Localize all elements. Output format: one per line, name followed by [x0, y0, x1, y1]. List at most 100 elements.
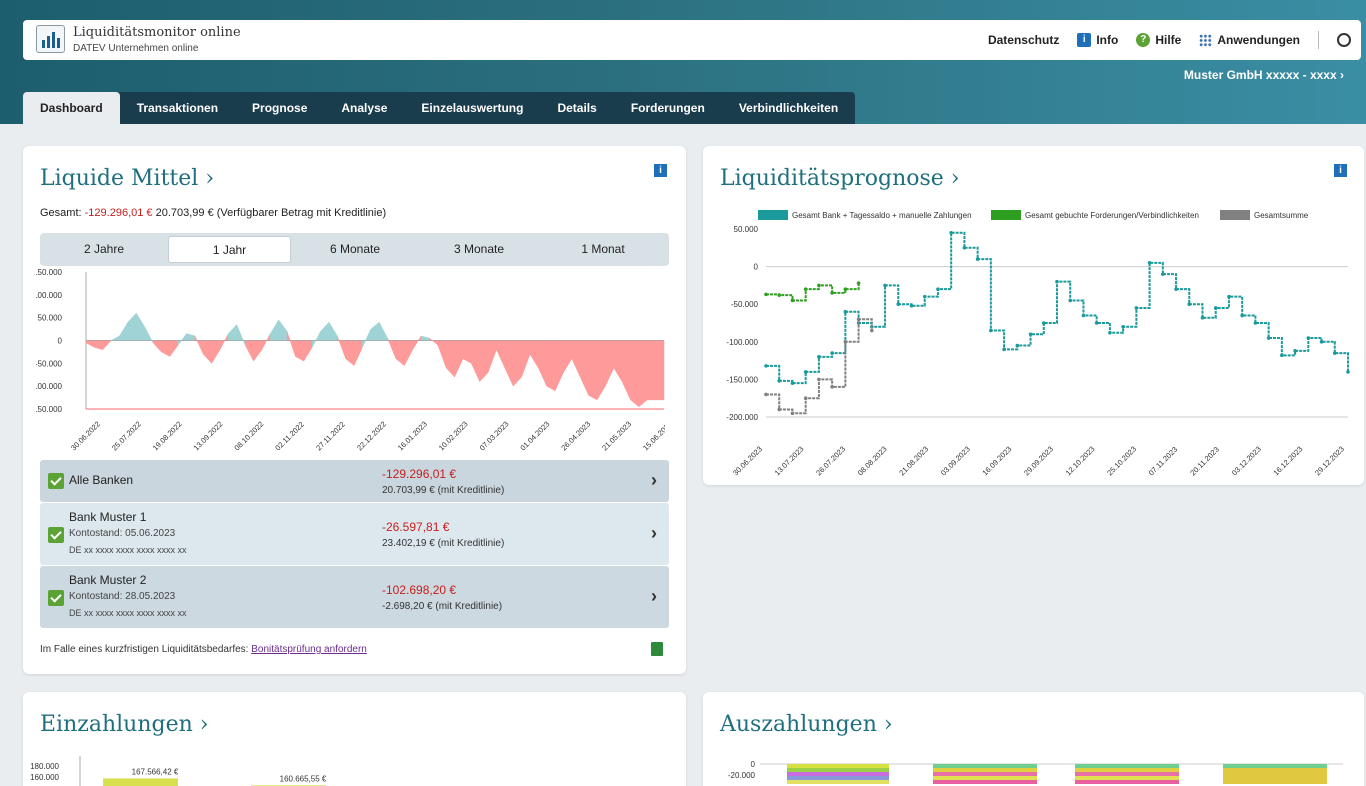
x-tick-label: 07.03.2023 [478, 420, 511, 453]
auszahlungen-title[interactable]: Auszahlungen › [720, 712, 893, 737]
bar-segment [787, 772, 889, 776]
bank-amount: -129.296,01 € [382, 467, 457, 481]
chevron-right-icon[interactable]: › [651, 523, 657, 544]
tab-details[interactable]: Details [540, 92, 613, 124]
data-point [883, 283, 887, 288]
bar-segment [933, 768, 1037, 772]
x-tick-label: 19.08.2022 [151, 420, 184, 453]
bank-row-muster-2[interactable]: Bank Muster 2 Kontostand: 28.05.2023 DE … [40, 566, 669, 628]
checkbox-alle-banken[interactable] [48, 473, 64, 489]
period-6-monate[interactable]: 6 Monate [295, 236, 415, 263]
area-segment [253, 340, 263, 362]
area-segment [119, 321, 129, 341]
bank-row-alle[interactable]: Alle Banken -129.296,01 € 20.703,99 € (m… [40, 460, 669, 502]
area-segment [194, 335, 204, 355]
area-segment [219, 333, 229, 350]
data-point [1121, 324, 1125, 329]
x-tick-label: 22.12.2022 [355, 420, 388, 453]
tab-verbindlichkeiten[interactable]: Verbindlichkeiten [722, 92, 855, 124]
area-segment [270, 319, 279, 341]
data-point [1002, 347, 1006, 352]
area-segment [370, 321, 380, 341]
data-point [989, 328, 993, 333]
x-tick-label: 20.11.2023 [1188, 445, 1221, 478]
area-segment [169, 340, 179, 358]
x-tick-label: 16.12.2023 [1271, 445, 1304, 478]
data-point [764, 364, 768, 368]
gesamt-label: Gesamt: [40, 207, 82, 219]
bar-segment [1223, 764, 1327, 768]
y-tick-label: 50.000 [734, 225, 759, 234]
tab-prognose[interactable]: Prognose [235, 92, 324, 124]
hilfe-link[interactable]: ? Hilfe [1136, 33, 1181, 47]
tab-einzelauswertung[interactable]: Einzelauswertung [404, 92, 540, 124]
prognose-title[interactable]: Liquiditätsprognose › [720, 166, 960, 191]
data-point [790, 298, 795, 303]
area-segment [177, 332, 187, 346]
help-icon: ? [1136, 33, 1151, 47]
area-segment [337, 335, 346, 359]
area-segment [136, 312, 145, 341]
data-point [949, 230, 953, 235]
data-point [803, 396, 808, 400]
bonitaetspruefung-link[interactable]: Bonitätsprüfung anfordern [251, 644, 367, 655]
chevron-right-icon[interactable]: › [651, 470, 657, 491]
legend-label: Gesamtsumme [1254, 211, 1309, 220]
area-segment [462, 340, 472, 364]
area-segment [387, 338, 397, 359]
bank-credit: 23.402,19 € (mit Kreditlinie) [382, 538, 505, 549]
area-segment [152, 340, 162, 353]
bank-row-muster-1[interactable]: Bank Muster 1 Kontostand: 05.06.2023 DE … [40, 503, 669, 565]
bar [103, 778, 178, 786]
main-tabs: Dashboard Transaktionen Prognose Analyse… [23, 92, 856, 124]
bank-kontostand: Kontostand: 28.05.2023 [69, 591, 176, 602]
anwendungen-link[interactable]: Anwendungen [1199, 33, 1300, 47]
area-segment [278, 319, 288, 341]
data-point [1306, 336, 1311, 340]
checkbox-bank-muster-2[interactable] [48, 590, 64, 606]
data-point [922, 294, 927, 299]
excel-export-icon[interactable] [651, 642, 663, 656]
einzahlungen-title[interactable]: Einzahlungen › [40, 712, 209, 737]
data-point [817, 283, 821, 288]
info-icon[interactable]: i [1334, 164, 1347, 177]
liquide-mittel-title[interactable]: Liquide Mittel › [40, 166, 214, 191]
area-segment [605, 340, 614, 387]
user-icon[interactable] [1337, 33, 1351, 47]
company-selector[interactable]: Muster GmbH xxxxx - xxxx › [1184, 68, 1344, 82]
area-segment [295, 340, 305, 362]
data-point [1346, 370, 1350, 374]
tab-dashboard[interactable]: Dashboard [23, 92, 120, 124]
period-2-jahre[interactable]: 2 Jahre [44, 236, 164, 263]
area-segment [362, 328, 372, 348]
info-link[interactable]: i Info [1077, 33, 1118, 47]
tab-forderungen[interactable]: Forderungen [614, 92, 722, 124]
period-1-monat[interactable]: 1 Monat [543, 236, 663, 263]
period-1-jahr[interactable]: 1 Jahr [168, 236, 291, 263]
app-logo-icon[interactable] [36, 25, 65, 53]
checkbox-bank-muster-1[interactable] [48, 527, 64, 543]
hilfe-label: Hilfe [1155, 33, 1182, 47]
area-segment [630, 340, 640, 408]
data-point [896, 302, 901, 306]
datenschutz-link[interactable]: Datenschutz [988, 33, 1059, 47]
area-segment [521, 340, 531, 378]
chevron-right-icon[interactable]: › [651, 586, 657, 607]
y-tick-label: 100.000 [36, 291, 63, 300]
bar-segment [787, 776, 889, 780]
tab-analyse[interactable]: Analyse [324, 92, 404, 124]
gesamt-value: -129.296,01 € [84, 207, 153, 219]
info-icon[interactable]: i [654, 164, 667, 177]
area-segment [236, 324, 246, 346]
bank-amount: -102.698,20 € [382, 583, 457, 597]
area-segment [345, 340, 355, 367]
x-tick-label: 25.07.2022 [110, 420, 143, 453]
tab-transaktionen[interactable]: Transaktionen [120, 92, 235, 124]
area-segment [186, 333, 196, 341]
data-point [1041, 321, 1046, 325]
data-point [803, 287, 808, 291]
data-point [1280, 353, 1284, 358]
anwendungen-label: Anwendungen [1217, 33, 1300, 47]
data-point [764, 392, 768, 397]
period-3-monate[interactable]: 3 Monate [419, 236, 539, 263]
